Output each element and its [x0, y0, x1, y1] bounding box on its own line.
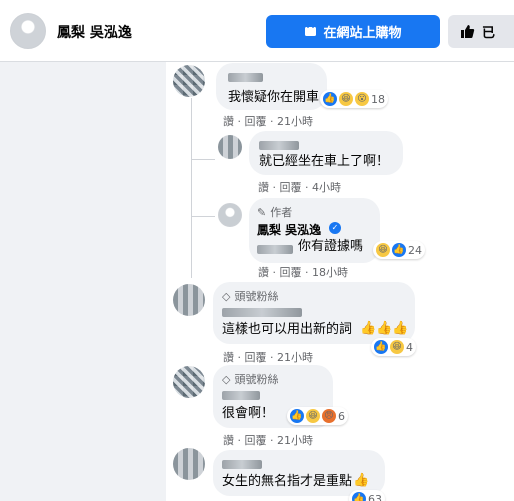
top-fan-badge: ◇ 頭號粉絲 [222, 372, 279, 387]
comment-text: 你有證據嗎 [298, 239, 364, 254]
author-pencil-icon: ✎ [257, 205, 267, 219]
avatar[interactable] [218, 135, 242, 159]
like-reaction-icon: 👍 [374, 340, 388, 354]
comment-text: 我懷疑你在開車 [228, 90, 320, 105]
reaction-count: 63 [368, 492, 382, 501]
haha-reaction-icon: 😆 [390, 340, 404, 354]
author-avatar[interactable] [218, 203, 242, 227]
like-reaction-icon: 👍 [352, 492, 366, 501]
top-fan-diamond-icon: ◇ [222, 372, 231, 386]
thread-branch [191, 216, 215, 217]
reaction-summary[interactable]: 👍 😆 4 [371, 338, 416, 356]
comment-actions[interactable]: 讚 · 回覆 · 21小時 [223, 113, 313, 129]
avatar[interactable] [173, 65, 205, 97]
like-reaction-icon: 👍 [323, 92, 337, 106]
comment-bubble: ◇ 頭號粉絲 這樣也可以用出新的詞 👍👍👍 [213, 282, 415, 344]
shopping-bag-icon [304, 22, 317, 41]
thumbs-up-emoji: 👍 [353, 473, 370, 488]
reaction-summary[interactable]: 👍 63 [349, 490, 385, 501]
like-reaction-icon: 👍 [290, 409, 304, 423]
comment-bubble: 我懷疑你在開車 [216, 63, 327, 110]
avatar[interactable] [173, 284, 205, 316]
comment-text: 很會啊！ [222, 406, 275, 421]
verified-check-icon: ✓ [329, 222, 341, 234]
haha-reaction-icon: 😆 [376, 243, 390, 257]
comment-actions[interactable]: 讚 · 回覆 · 18小時 [258, 264, 348, 280]
avatar[interactable] [173, 366, 205, 398]
author-name[interactable]: 鳳梨 吳泓逸 [257, 221, 321, 238]
author-badge: ✎ 作者 [257, 205, 293, 220]
blurred-mention [257, 245, 293, 254]
page-like-button[interactable]: 已 [448, 15, 514, 48]
reaction-count: 18 [371, 92, 385, 106]
shop-on-website-button[interactable]: 在網站上購物 [266, 15, 440, 48]
comment-actions[interactable]: 讚 · 回覆 · 21小時 [223, 432, 313, 448]
thumbs-up-icon [460, 24, 475, 43]
comment-text: 女生的無名指才是重點 [222, 474, 353, 489]
comment-text: 這樣也可以用出新的詞 [222, 322, 353, 337]
page-header: 鳳梨 吳泓逸 在網站上購物 已 [0, 0, 514, 62]
reaction-count: 4 [406, 340, 413, 354]
reaction-summary[interactable]: 👍 😆 😠 6 [287, 407, 348, 425]
top-fan-diamond-icon: ◇ [222, 289, 231, 303]
reaction-summary[interactable]: 😆 👍 24 [373, 241, 425, 259]
author-comment-bubble: ✎ 作者 鳳梨 吳泓逸 ✓ 你有證據嗎 [249, 198, 380, 263]
avatar[interactable] [173, 448, 205, 480]
haha-reaction-icon: 😆 [339, 92, 353, 106]
page-name[interactable]: 鳳梨 吳泓逸 [57, 22, 132, 42]
comments-section: 我懷疑你在開車 👍 😆 😮 18 讚 · 回覆 · 21小時 就已經坐在車上了啊… [166, 62, 514, 501]
like-button-label: 已 [482, 26, 496, 41]
comment-bubble: 就已經坐在車上了啊！ [249, 131, 403, 175]
wow-reaction-icon: 😮 [355, 92, 369, 106]
like-reaction-icon: 👍 [392, 243, 406, 257]
blurred-author [222, 391, 260, 400]
blurred-author [222, 308, 302, 317]
comment-actions[interactable]: 讚 · 回覆 · 21小時 [223, 349, 313, 365]
reaction-count: 6 [338, 409, 345, 423]
blurred-author [259, 141, 299, 150]
thread-line [191, 98, 192, 278]
thread-branch [191, 159, 215, 160]
comment-actions[interactable]: 讚 · 回覆 · 4小時 [258, 179, 341, 195]
blurred-author [228, 73, 263, 82]
reaction-summary[interactable]: 👍 😆 😮 18 [320, 90, 388, 108]
comment-text: 就已經坐在車上了啊！ [259, 154, 390, 169]
page-avatar[interactable] [10, 13, 46, 49]
thumbs-up-emoji: 👍👍👍 [360, 321, 409, 336]
angry-reaction-icon: 😠 [322, 409, 336, 423]
shop-button-label: 在網站上購物 [323, 26, 402, 41]
haha-reaction-icon: 😆 [306, 409, 320, 423]
top-fan-badge: ◇ 頭號粉絲 [222, 289, 279, 304]
reaction-count: 24 [408, 243, 422, 257]
blurred-author [222, 460, 262, 469]
